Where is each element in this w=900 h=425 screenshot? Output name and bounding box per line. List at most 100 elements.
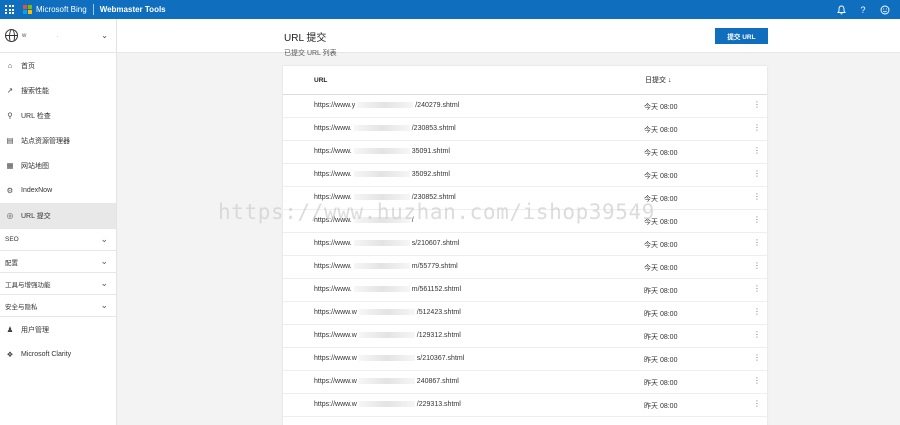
more-options-icon[interactable]: ⋮ bbox=[753, 399, 761, 408]
redacted-segment bbox=[353, 240, 410, 247]
table-row[interactable]: https://www. 35091.shtml 今天 08:00 ⋮ bbox=[283, 141, 767, 164]
table-row[interactable]: https://www. / 今天 08:00 ⋮ bbox=[283, 210, 767, 233]
more-options-icon[interactable]: ⋮ bbox=[753, 261, 761, 270]
sitemap-icon: ▦ bbox=[6, 161, 14, 170]
table-row[interactable]: https://www.w s/210367.shtml 昨天 08:00 ⋮ bbox=[283, 348, 767, 371]
more-options-icon[interactable]: ⋮ bbox=[753, 307, 761, 316]
url-prefix: https://www.w bbox=[314, 355, 357, 362]
more-options-icon[interactable]: ⋮ bbox=[753, 123, 761, 132]
sidebar-item-url-inspection[interactable]: ⚲ URL 检查 bbox=[0, 103, 116, 128]
date-cell: 昨天 08:00 bbox=[644, 311, 678, 318]
sidebar-item-search-performance[interactable]: ↗ 搜索性能 bbox=[0, 78, 116, 103]
brand-name[interactable]: Microsoft Bing bbox=[36, 5, 87, 14]
redacted-segment bbox=[353, 125, 410, 132]
table-row[interactable]: https://www. m/561152.shtml 昨天 08:00 ⋮ bbox=[283, 279, 767, 302]
sidebar-item-label: IndexNow bbox=[21, 187, 53, 194]
more-options-icon[interactable]: ⋮ bbox=[753, 330, 761, 339]
date-cell: 今天 08:00 bbox=[644, 242, 678, 249]
url-cell[interactable]: https://www.w/229313.shtml bbox=[314, 401, 461, 408]
url-suffix: /512423.shtml bbox=[416, 309, 461, 316]
redacted-segment bbox=[358, 378, 415, 385]
sidebar-item-user-management[interactable]: ♟ 用户管理 bbox=[0, 317, 116, 342]
date-cell: 今天 08:00 bbox=[644, 265, 678, 272]
sidebar-item-sitemaps[interactable]: ▦ 网站地图 bbox=[0, 153, 116, 178]
table-row[interactable]: https://www.w 240867.shtml 昨天 08:00 ⋮ bbox=[283, 371, 767, 394]
url-cell[interactable]: https://www. /230852.shtml bbox=[314, 194, 456, 201]
more-options-icon[interactable]: ⋮ bbox=[753, 238, 761, 247]
more-options-icon[interactable]: ⋮ bbox=[753, 284, 761, 293]
sidebar-item-clarity[interactable]: ❖ Microsoft Clarity bbox=[0, 342, 116, 367]
sidebar-item-site-explorer[interactable]: ▤ 站点资源管理器 bbox=[0, 128, 116, 153]
url-cell[interactable]: https://www. m/55779.shtml bbox=[314, 263, 458, 270]
clarity-icon: ❖ bbox=[6, 350, 14, 359]
more-options-icon[interactable]: ⋮ bbox=[753, 376, 761, 385]
redacted-segment bbox=[358, 355, 415, 362]
url-suffix: / bbox=[411, 217, 414, 224]
more-options-icon[interactable]: ⋮ bbox=[753, 100, 761, 109]
url-cell[interactable]: https://www. /230853.shtml bbox=[314, 125, 456, 132]
more-options-icon[interactable]: ⋮ bbox=[753, 192, 761, 201]
table-body: https://www.y/240279.shtml 今天 08:00 ⋮ https… bbox=[283, 95, 767, 417]
table-row[interactable]: https://www.w/229313.shtml 昨天 08:00 ⋮ bbox=[283, 394, 767, 417]
sidebar-bottom: ♟ 用户管理 ❖ Microsoft Clarity bbox=[0, 316, 116, 367]
smiley-icon[interactable] bbox=[874, 0, 896, 19]
product-name[interactable]: Webmaster Tools bbox=[100, 5, 166, 14]
sidebar-item-url-submission[interactable]: ◎ URL 提交 bbox=[0, 203, 116, 228]
help-icon[interactable]: ? bbox=[852, 0, 874, 19]
table-row[interactable]: https://www.y/240279.shtml 今天 08:00 ⋮ bbox=[283, 95, 767, 118]
table-row[interactable]: https://www. s/210607.shtml 今天 08:00 ⋮ bbox=[283, 233, 767, 256]
url-cell[interactable]: https://www. / bbox=[314, 217, 414, 224]
redacted-segment bbox=[353, 263, 410, 270]
sidebar-group-security[interactable]: 安全与隐私 ⌄ bbox=[0, 294, 116, 316]
url-suffix: /240279.shtml bbox=[415, 102, 460, 109]
url-cell[interactable]: https://www.w/512423.shtml bbox=[314, 309, 461, 316]
table-row[interactable]: https://www. m/55779.shtml 今天 08:00 ⋮ bbox=[283, 256, 767, 279]
table-row[interactable]: https://www. /230852.shtml 今天 08:00 ⋮ bbox=[283, 187, 767, 210]
more-options-icon[interactable]: ⋮ bbox=[753, 215, 761, 224]
table-row[interactable]: https://www. /230853.shtml 今天 08:00 ⋮ bbox=[283, 118, 767, 141]
date-cell: 今天 08:00 bbox=[644, 150, 678, 157]
sidebar-group-seo[interactable]: SEO ⌄ bbox=[0, 228, 116, 250]
submit-url-button[interactable]: 提交 URL bbox=[715, 28, 768, 44]
url-cell[interactable]: https://www. s/210607.shtml bbox=[314, 240, 459, 247]
url-prefix: https://www. bbox=[314, 286, 352, 293]
column-header-date[interactable]: 日提交 ↓ bbox=[645, 75, 671, 85]
more-options-icon[interactable]: ⋮ bbox=[753, 353, 761, 362]
date-cell: 昨天 08:00 bbox=[644, 334, 678, 341]
sidebar-item-label: URL 提交 bbox=[21, 212, 51, 220]
url-cell[interactable]: https://www.y/240279.shtml bbox=[314, 102, 459, 109]
sidebar-item-label: 站点资源管理器 bbox=[21, 137, 70, 145]
more-options-icon[interactable]: ⋮ bbox=[753, 169, 761, 178]
url-prefix: https://www. bbox=[314, 263, 352, 270]
url-cell[interactable]: https://www.w 240867.shtml bbox=[314, 378, 459, 385]
sidebar-group-tools[interactable]: 工具与增强功能 ⌄ bbox=[0, 272, 116, 294]
redacted-segment bbox=[358, 332, 415, 339]
url-cell[interactable]: https://www.w s/210367.shtml bbox=[314, 355, 464, 362]
redacted-segment bbox=[358, 309, 415, 316]
table-row[interactable]: https://www.w/512423.shtml 昨天 08:00 ⋮ bbox=[283, 302, 767, 325]
sidebar-group-configuration[interactable]: 配置 ⌄ bbox=[0, 250, 116, 272]
url-cell[interactable]: https://www. 35091.shtml bbox=[314, 148, 450, 155]
url-prefix: https://www.y bbox=[314, 102, 356, 109]
sidebar-item-home[interactable]: ⌂ 首页 bbox=[0, 53, 116, 78]
table-row[interactable]: https://www.w/129312.shtml 昨天 08:00 ⋮ bbox=[283, 325, 767, 348]
url-suffix: s/210607.shtml bbox=[411, 240, 460, 247]
url-suffix: /230853.shtml bbox=[411, 125, 456, 132]
microsoft-logo bbox=[23, 5, 32, 14]
redacted-segment bbox=[357, 102, 414, 109]
url-cell[interactable]: https://www. 35092.shtml bbox=[314, 171, 450, 178]
url-suffix: s/210367.shtml bbox=[416, 355, 465, 362]
url-prefix: https://www. bbox=[314, 125, 352, 132]
bell-icon[interactable] bbox=[830, 0, 852, 19]
sidebar-group-label: 安全与隐私 bbox=[5, 303, 38, 311]
site-selector[interactable]: w . ⌄ bbox=[0, 19, 116, 53]
sidebar-item-indexnow[interactable]: ⚙ IndexNow bbox=[0, 178, 116, 203]
url-cell[interactable]: https://www.w/129312.shtml bbox=[314, 332, 461, 339]
redacted-segment bbox=[353, 148, 410, 155]
column-header-url[interactable]: URL bbox=[314, 77, 327, 84]
table-row[interactable]: https://www. 35092.shtml 今天 08:00 ⋮ bbox=[283, 164, 767, 187]
url-prefix: https://www.w bbox=[314, 401, 357, 408]
url-cell[interactable]: https://www. m/561152.shtml bbox=[314, 286, 461, 293]
app-launcher-icon[interactable] bbox=[0, 0, 19, 19]
more-options-icon[interactable]: ⋮ bbox=[753, 146, 761, 155]
